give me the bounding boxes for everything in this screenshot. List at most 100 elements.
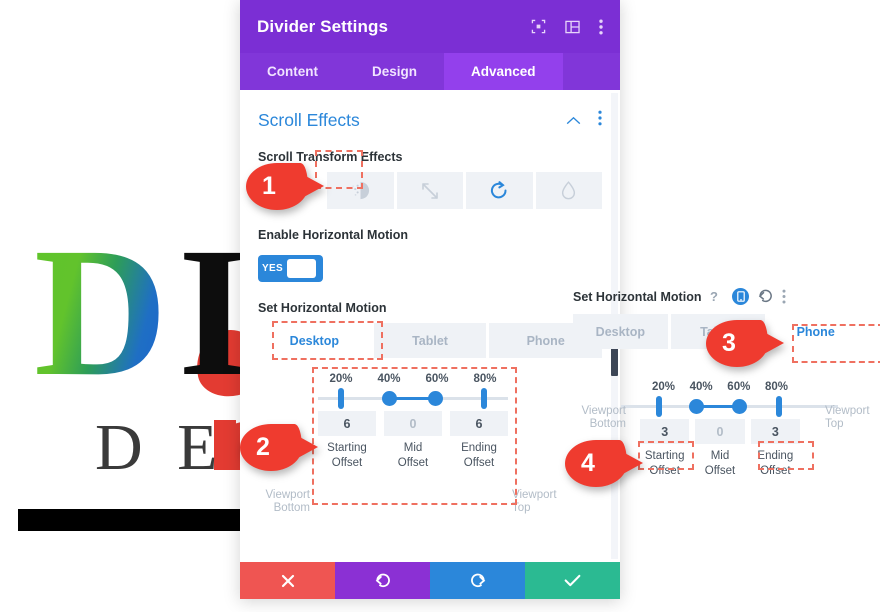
device-tab-desktop-phone-panel[interactable]: Desktop [573,314,668,349]
enable-horizontal-motion-row: YES [240,250,620,282]
section-controls [566,110,602,131]
starting-offset-label-phone: Starting Offset [640,449,689,479]
redo-button[interactable] [430,562,525,599]
marker-1-tip [302,174,324,198]
scale-icon-option[interactable] [396,172,464,209]
section-title: Scroll Effects [258,110,360,130]
blur-icon-option[interactable] [535,172,603,209]
percent-ticks: 20% 40% 60% 80% [318,373,508,385]
fade-icon-option[interactable] [327,172,394,209]
slider-handle-mid-right-phone[interactable] [732,399,747,414]
marker-1-number: 1 [262,172,276,200]
motion-effect-trigger-label: Motion Effect Trigger [240,556,401,562]
rotate-icon-option[interactable] [466,172,533,209]
svg-text:?: ? [710,289,718,304]
percent-tick-40: 40% [377,373,401,385]
cancel-button[interactable] [240,562,335,599]
slider-handle-mid-right[interactable] [428,391,443,406]
more-vertical-icon[interactable] [599,19,603,35]
viewport-bottom-label-desktop: Viewport Bottom [250,489,310,515]
viewport-top-line1: Viewport [512,489,557,501]
starting-offset-label-line2: Offset [331,457,363,469]
slider-handle-end-phone[interactable] [776,396,782,417]
ending-offset-value-phone[interactable]: 3 [750,419,800,444]
ending-offset-label-phone: Ending Offset [751,449,800,479]
device-tab-tablet[interactable]: Tablet [373,323,487,358]
marker-2: 2 [240,424,318,471]
tab-content[interactable]: Content [240,53,345,90]
save-button[interactable] [525,562,620,599]
background-black-bar [18,509,240,531]
viewport-bottom-line2: Bottom [273,502,310,514]
offset-boxes-desktop: 6 Starting Offset 0 Mid Offset 6 Ending … [318,411,508,471]
mid-offset-label-line1: Mid [403,442,423,454]
slider-handle-start-phone[interactable] [656,396,662,417]
viewport-bottom-phone-line1: Viewport [581,405,626,417]
ending-offset-desktop: 6 Ending Offset [450,411,508,471]
percent-tick-80: 80% [473,373,497,385]
reset-icon[interactable] [758,289,773,304]
background-logo-letter-i: I [178,210,250,415]
device-tabs-desktop-panel: Desktop Tablet Phone [258,323,603,358]
offset-slider-phone[interactable] [621,393,838,419]
starting-offset-desktop: 6 Starting Offset [318,411,376,471]
viewport-top-label-desktop: Viewport Top [512,489,557,515]
starting-offset-label: Starting Offset [318,441,376,471]
modal-tabs: Content Design Advanced [240,53,620,90]
ending-offset-value[interactable]: 6 [450,411,508,436]
undo-button[interactable] [335,562,430,599]
percent-tick-60-phone: 60% [727,381,751,393]
marker-3-tip [762,331,784,355]
mid-offset-label: Mid Offset [384,441,442,471]
phone-icon[interactable] [732,288,750,305]
slider-handle-mid-left[interactable] [382,391,397,406]
mid-offset-value-phone[interactable]: 0 [695,419,745,444]
starting-offset-label-phone-line2: Offset [649,465,680,477]
viewport-top-phone-line2: Top [825,418,844,430]
modal-header-actions [531,19,603,35]
enable-horizontal-motion-label: Enable Horizontal Motion [258,228,408,242]
viewport-bottom-label-phone: Viewport Bottom [568,405,626,431]
viewport-top-label-phone: Viewport Top [825,405,870,431]
marker-4-number: 4 [581,449,595,477]
mid-offset-value[interactable]: 0 [384,411,442,436]
more-vertical-icon[interactable] [782,289,786,304]
offsets-widget-desktop: 20% 40% 60% 80% 6 Starting Offset 0 Mid … [318,373,508,471]
slider-handle-start[interactable] [338,388,344,409]
help-icon[interactable]: ? [710,289,723,304]
toggle-value-label: YES [262,263,283,274]
chevron-up-icon[interactable] [566,112,581,130]
slider-handle-end[interactable] [481,388,487,409]
mid-offset-label-line2: Offset [397,457,429,469]
device-tab-desktop[interactable]: Desktop [258,323,371,358]
starting-offset-value[interactable]: 6 [318,411,376,436]
percent-tick-20-phone: 20% [651,381,676,393]
starting-offset-value-phone[interactable]: 3 [640,419,690,444]
modal-title: Divider Settings [257,16,389,36]
marker-2-number: 2 [256,433,270,461]
marker-4: 4 [565,440,643,487]
viewport-top-line2: Top [512,502,531,514]
mid-offset-desktop: 0 Mid Offset [384,411,442,471]
tab-advanced[interactable]: Advanced [444,53,563,90]
screenshot-root: D I D E Divider Settings Content Design … [0,0,880,612]
enable-horizontal-motion-toggle[interactable]: YES [258,255,323,282]
percent-tick-40-phone: 40% [689,381,713,393]
phone-panel-title: Set Horizontal Motion [573,289,702,304]
viewport-bottom-line1: Viewport [265,489,310,501]
offset-slider-desktop[interactable] [318,385,508,411]
ending-offset-label-phone-line1: Ending [757,450,794,462]
slider-handle-mid-left-phone[interactable] [689,399,704,414]
percent-tick-80-phone: 80% [764,381,788,393]
percent-tick-60: 60% [425,373,449,385]
viewport-bottom-phone-line2: Bottom [589,418,626,430]
starting-offset-label-line1: Starting [327,442,367,454]
offset-boxes-phone: 3 Starting Offset 0 Mid Offset 3 Ending … [640,419,800,479]
tab-design[interactable]: Design [345,53,444,90]
more-vertical-icon[interactable] [598,110,602,131]
ending-offset-label-line1: Ending [461,442,497,454]
viewport-top-phone-line1: Viewport [825,405,870,417]
expand-icon[interactable] [531,19,546,34]
mid-offset-label-phone: Mid Offset [695,449,744,479]
layout-icon[interactable] [565,20,580,34]
